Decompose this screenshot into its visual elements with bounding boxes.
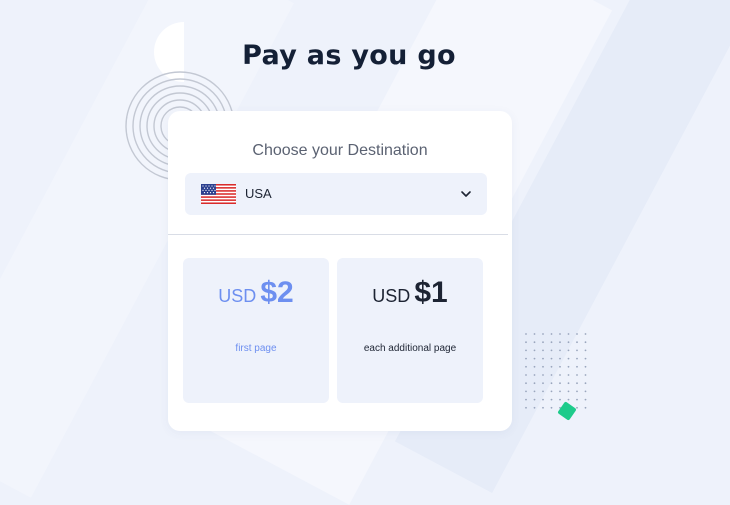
decorative-dot: [576, 341, 578, 344]
decorative-dot: [567, 398, 570, 401]
price-currency: USD: [372, 286, 411, 306]
decorative-dot: [576, 382, 578, 385]
price-note: each additional page: [363, 343, 457, 354]
price-note: first page: [235, 343, 277, 354]
decorative-dot: [533, 390, 536, 393]
decorative-dot: [559, 390, 561, 393]
destination-label: Choose your Destination: [252, 142, 428, 159]
decorative-dot: [542, 406, 544, 409]
decorative-dot: [542, 357, 544, 360]
decorative-dot: [525, 357, 527, 360]
decorative-dot: [550, 398, 553, 401]
decorative-dot: [567, 357, 570, 360]
decorative-dot: [525, 406, 527, 409]
decorative-dot: [559, 382, 561, 385]
destination-select[interactable]: USA: [185, 173, 487, 215]
divider: [168, 234, 508, 235]
decorative-dot: [584, 365, 587, 368]
decorative-dot: [567, 341, 570, 344]
decorative-dot: [559, 333, 561, 335]
decorative-dot: [542, 341, 544, 344]
decorative-dot: [525, 349, 527, 352]
decorative-dot: [533, 349, 536, 352]
decorative-dot: [525, 341, 527, 344]
decorative-dot: [576, 390, 578, 393]
decorative-dot: [542, 390, 544, 393]
pricing-card: Choose your Destination USA USD $2 first…: [168, 111, 512, 431]
decorative-dot: [576, 357, 578, 360]
decorative-dot: [584, 390, 587, 393]
decorative-dot: [550, 357, 553, 360]
decorative-dot: [576, 406, 578, 409]
decorative-dot: [559, 341, 561, 344]
decorative-dot: [533, 333, 536, 335]
decorative-dot: [533, 382, 536, 385]
decorative-dot: [542, 333, 544, 335]
decorative-dot: [559, 374, 561, 376]
decorative-dot: [550, 382, 553, 385]
decorative-dot: [525, 390, 527, 393]
price-amount: $1: [414, 276, 448, 309]
price-box-first-page: USD $2 first page: [183, 258, 329, 403]
decorative-dot: [567, 374, 570, 376]
decorative-dot: [525, 374, 527, 376]
price-currency: USD: [218, 286, 257, 306]
page-title-text: Pay as you go: [242, 40, 456, 71]
decorative-dot: [576, 374, 578, 376]
decorative-dot: [559, 398, 561, 401]
price-box-additional-page: USD $1 each additional page: [337, 258, 483, 403]
decorative-dot: [576, 349, 578, 352]
decorative-dot: [567, 365, 570, 368]
decorative-dot: [550, 406, 553, 409]
decorative-dot: [550, 365, 553, 368]
decorative-dot: [525, 398, 527, 401]
decorative-dot: [533, 341, 536, 344]
decorative-dot: [584, 374, 587, 376]
decorative-dot: [533, 365, 536, 368]
decorative-dot: [533, 406, 536, 409]
decorative-dot: [567, 333, 570, 335]
decorative-dot: [525, 333, 527, 335]
dot-grid-decoration: [525, 333, 587, 409]
decorative-dot: [576, 333, 578, 335]
us-flag-icon: [201, 184, 236, 204]
chevron-down-icon: [461, 191, 471, 197]
price-line: USD $2: [183, 276, 329, 310]
decorative-dot: [533, 374, 536, 376]
decorative-dot: [533, 398, 536, 401]
decorative-dot: [525, 365, 527, 368]
decorative-dot: [550, 390, 553, 393]
decorative-dot: [550, 333, 553, 335]
decorative-dot: [584, 349, 587, 352]
decorative-dot: [567, 382, 570, 385]
decorative-dot: [576, 365, 578, 368]
decorative-dot: [542, 365, 544, 368]
decorative-dot: [542, 382, 544, 385]
decorative-dot: [567, 390, 570, 393]
decorative-dot: [550, 341, 553, 344]
decorative-dot: [559, 357, 561, 360]
decorative-dot: [533, 357, 536, 360]
decorative-dot: [567, 349, 570, 352]
price-amount: $2: [260, 276, 294, 309]
decorative-dot: [559, 365, 561, 368]
decorative-dot: [576, 398, 578, 401]
decorative-dot: [542, 349, 544, 352]
decorative-dot: [584, 357, 587, 360]
decorative-dot: [550, 349, 553, 352]
selected-country: USA: [245, 186, 272, 201]
decorative-dot: [559, 349, 561, 352]
page-title: Pay as you go: [0, 40, 680, 71]
decorative-dot: [584, 406, 587, 409]
decorative-dot: [542, 398, 544, 401]
decorative-dot: [525, 382, 527, 385]
decorative-dot: [542, 374, 544, 376]
price-line: USD $1: [337, 276, 483, 310]
decorative-dot: [584, 333, 587, 335]
decorative-dot: [550, 374, 553, 376]
decorative-dot: [584, 382, 587, 385]
decorative-dot: [584, 398, 587, 401]
decorative-dot: [584, 341, 587, 344]
